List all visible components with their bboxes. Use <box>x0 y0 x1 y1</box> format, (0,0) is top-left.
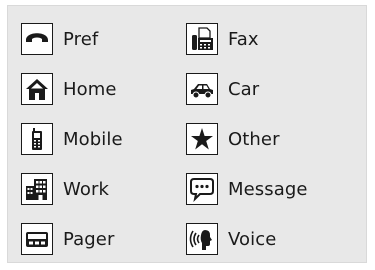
legend-item-fax: Fax <box>186 19 259 59</box>
legend-label-other: Other <box>228 128 280 150</box>
star-icon <box>186 123 218 155</box>
phone-type-legend-panel: Pref Home Mobile Work Pager Fax Car Othe… <box>7 5 367 263</box>
car-icon <box>186 73 218 105</box>
legend-item-home: Home <box>21 69 117 109</box>
legend-item-work: Work <box>21 169 109 209</box>
legend-item-car: Car <box>186 69 259 109</box>
legend-item-pager: Pager <box>21 219 114 259</box>
legend-label-car: Car <box>228 78 260 100</box>
legend-item-mobile: Mobile <box>21 119 123 159</box>
legend-label-pref: Pref <box>63 28 99 50</box>
pager-icon <box>21 223 53 255</box>
legend-item-voice: Voice <box>186 219 276 259</box>
legend-label-message: Message <box>228 178 308 200</box>
mobile-phone-icon <box>21 123 53 155</box>
fax-machine-icon <box>186 23 218 55</box>
phone-handset-icon <box>21 23 53 55</box>
legend-label-home: Home <box>63 78 117 100</box>
legend-label-mobile: Mobile <box>63 128 123 150</box>
legend-label-pager: Pager <box>63 228 115 250</box>
legend-label-fax: Fax <box>228 28 259 50</box>
legend-item-pref: Pref <box>21 19 98 59</box>
speech-bubble-icon <box>186 173 218 205</box>
legend-item-message: Message <box>186 169 308 209</box>
house-icon <box>21 73 53 105</box>
legend-item-other: Other <box>186 119 280 159</box>
legend-label-work: Work <box>63 178 109 200</box>
voice-speaking-icon <box>186 223 218 255</box>
legend-label-voice: Voice <box>228 228 277 250</box>
office-building-icon <box>21 173 53 205</box>
